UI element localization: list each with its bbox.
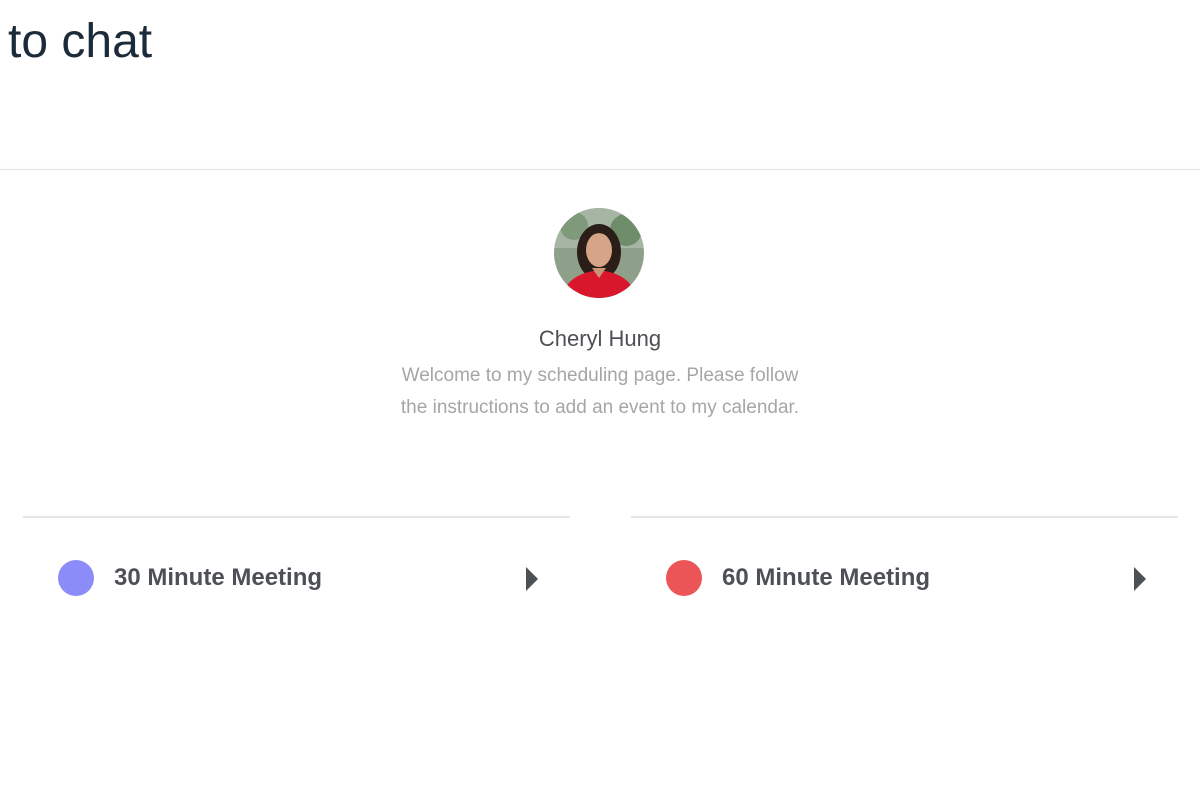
avatar-photo	[554, 208, 644, 298]
event-name: 60 Minute Meeting	[722, 564, 931, 591]
chevron-right-icon	[1134, 567, 1146, 591]
welcome-message: Welcome to my scheduling page. Please fo…	[400, 365, 800, 418]
event-color-dot	[58, 560, 94, 596]
event-name: 30 Minute Meeting	[114, 564, 323, 591]
event-color-dot	[666, 560, 702, 596]
chevron-right-icon	[526, 567, 538, 591]
event-card-60-minute[interactable]: 60 Minute Meeting	[631, 516, 1178, 640]
page-header: to chat	[0, 0, 1200, 170]
page-heading: to chat	[8, 15, 153, 68]
header-divider	[0, 169, 1200, 170]
avatar	[554, 208, 644, 298]
event-card-30-minute[interactable]: 30 Minute Meeting	[23, 516, 570, 640]
owner-name: Cheryl Hung	[538, 326, 662, 351]
